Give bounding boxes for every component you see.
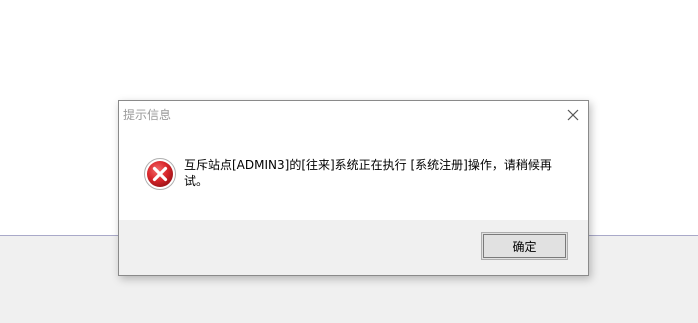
dialog-titlebar: 提示信息 <box>119 101 588 129</box>
close-button[interactable] <box>558 101 588 129</box>
dialog-content: 互斥站点[ADMIN3]的[往来]系统正在执行 [系统注册]操作，请稍候再试。 <box>119 129 588 221</box>
error-icon <box>144 158 176 190</box>
message-dialog: 提示信息 互斥站点[ADMIN3]的[往来]系统正在执行 [系统注册]操作，请稍… <box>118 100 589 276</box>
dialog-footer: 确定 <box>119 220 588 275</box>
dialog-message: 互斥站点[ADMIN3]的[往来]系统正在执行 [系统注册]操作，请稍候再试。 <box>184 158 552 188</box>
dialog-title: 提示信息 <box>123 108 172 122</box>
close-icon <box>567 109 579 121</box>
ok-button[interactable]: 确定 <box>481 232 568 260</box>
